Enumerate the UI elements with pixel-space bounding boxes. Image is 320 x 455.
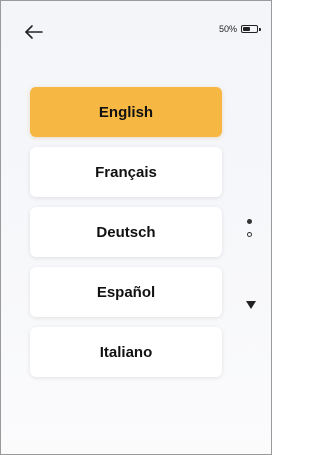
arrow-left-icon: [25, 25, 43, 39]
back-button[interactable]: [23, 21, 45, 43]
language-option-german[interactable]: Deutsch: [30, 207, 222, 257]
language-selection-screen: 50% English Français Deutsch Español Ita…: [0, 0, 272, 455]
language-option-french[interactable]: Français: [30, 147, 222, 197]
language-label: Italiano: [99, 343, 153, 361]
battery-percentage: 50%: [218, 24, 237, 34]
status-bar: 50%: [219, 24, 261, 34]
language-label: Español: [96, 283, 156, 301]
language-option-italian[interactable]: Italiano: [30, 327, 222, 377]
page-dot: [247, 219, 252, 224]
language-label: English: [98, 103, 154, 121]
scroll-down-button[interactable]: [245, 297, 257, 309]
language-label: Français: [95, 163, 157, 181]
battery-level-fill: [243, 27, 250, 31]
page-indicator: [247, 219, 252, 237]
language-option-english[interactable]: English: [30, 87, 222, 137]
language-list: English Français Deutsch Español Italian…: [30, 87, 222, 377]
triangle-down-icon: [246, 301, 256, 309]
language-option-spanish[interactable]: Español: [30, 267, 222, 317]
page-dot: [247, 232, 252, 237]
battery-icon: [241, 25, 261, 33]
language-label: Deutsch: [96, 223, 156, 241]
